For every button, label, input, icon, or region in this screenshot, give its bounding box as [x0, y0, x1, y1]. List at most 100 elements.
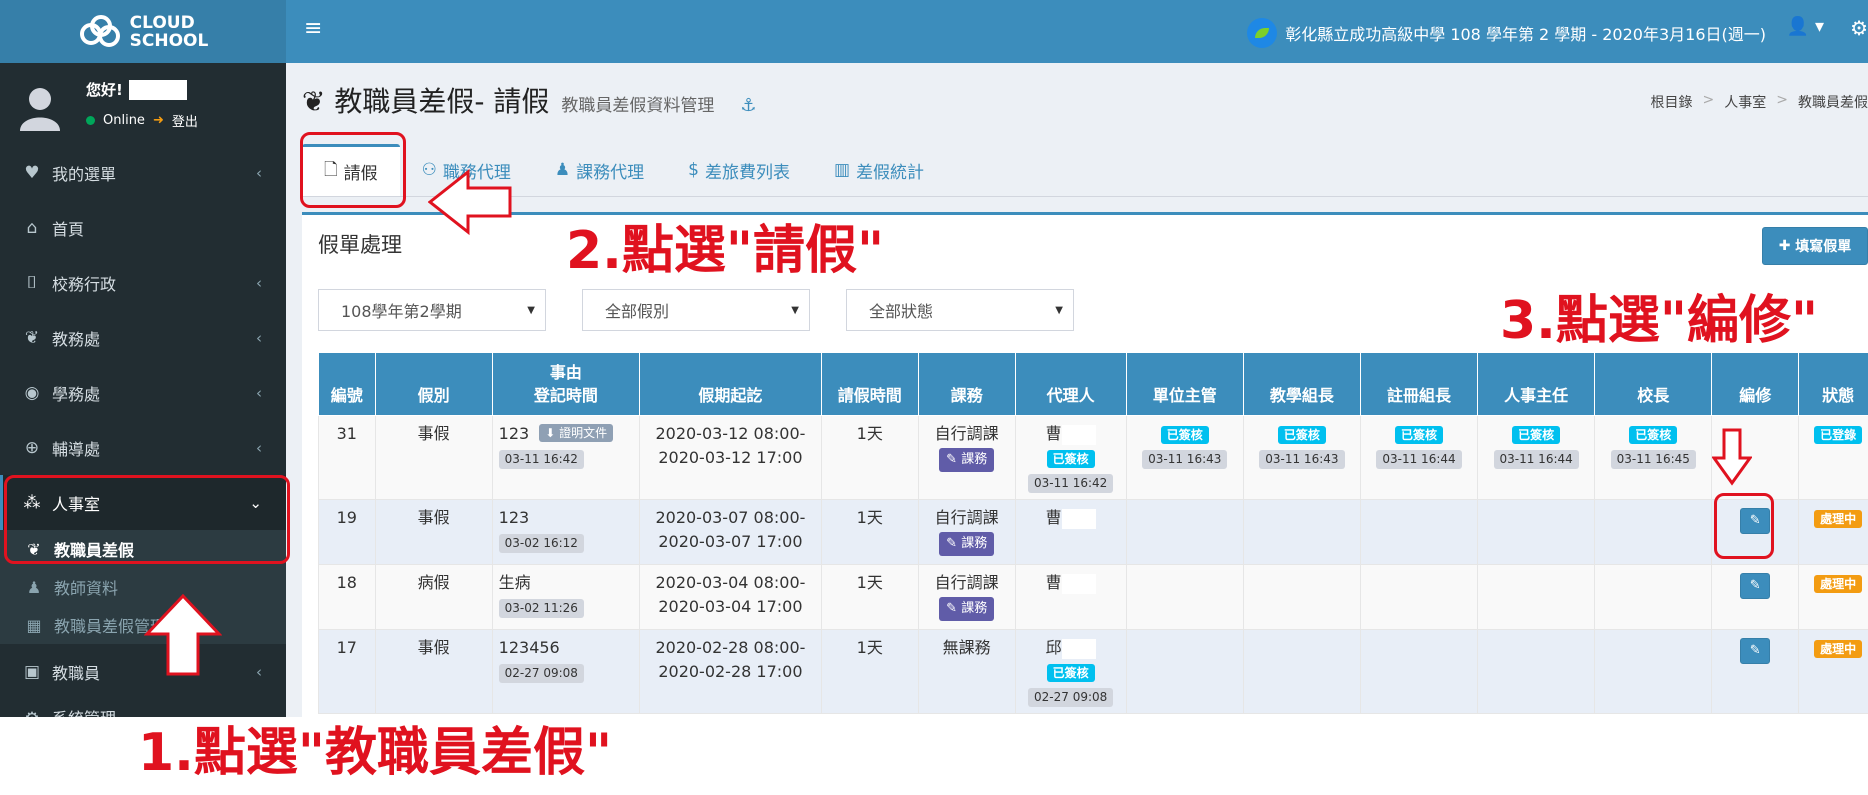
- sidebar-item-my-menu[interactable]: ♥ 我的選單 ‹: [0, 145, 286, 200]
- cell-id: 18: [318, 564, 376, 630]
- person-icon: ♟: [26, 577, 42, 597]
- screenshot: CLOUD SCHOOL 您好! Online ➜ 登出 ♥ 我的選單 ‹ ⌂ …: [0, 0, 1868, 717]
- sidebar-item-counseling[interactable]: ⊕ 輔導處 ‹: [0, 420, 286, 475]
- page-header: ❦ 教職員差假- 請假 教職員差假資料管理 ⚓: [302, 80, 757, 120]
- table-row: 19 事假 123 03-02 16:12 2020-03-07 08:00- 20…: [318, 499, 1868, 565]
- tab-leave-statistics[interactable]: ▥ 差假統計: [812, 144, 946, 196]
- accessibility-icon: ◉: [24, 382, 40, 403]
- cell-period: 2020-03-04 08:00- 2020-03-04 17:00: [639, 564, 822, 630]
- header-cell[interactable]: 單位主管: [1125, 352, 1244, 416]
- sidebar-item-academic[interactable]: ❦ 教務處 ‹: [0, 310, 286, 365]
- tab-travel-expense[interactable]: $ 差旅費列表: [666, 144, 812, 196]
- sidebar-subitem-teacher-data[interactable]: ♟ 教師資料: [0, 568, 286, 606]
- avatar: [18, 83, 62, 131]
- sidebar-subitem-leave-management[interactable]: ▦ 教職員差假管理: [0, 606, 286, 644]
- greeting: 您好!: [86, 81, 123, 99]
- table-row: 31 事假 123 ⬇ 證明文件 03-11 16:42 2020-03-12 0…: [318, 415, 1868, 500]
- approval-badge: 已簽核: [1512, 426, 1561, 444]
- sidebar-item-student-affairs[interactable]: ◉ 學務處 ‹: [0, 365, 286, 420]
- leave-type-select[interactable]: 全部假別 ▼: [582, 289, 810, 331]
- breadcrumb-item[interactable]: 人事室: [1724, 92, 1766, 112]
- cell-reason: 123 03-02 16:12: [491, 499, 641, 565]
- header-cell[interactable]: 事由 登記時間: [491, 352, 641, 416]
- tab-course-agent[interactable]: ♟ 課務代理: [533, 144, 666, 196]
- sidebar: CLOUD SCHOOL 您好! Online ➜ 登出 ♥ 我的選單 ‹ ⌂ …: [0, 0, 286, 717]
- online-dot-icon: [86, 116, 95, 125]
- edit-icon: ✎: [1749, 643, 1761, 658]
- sidebar-item-school-admin[interactable]: ⌷ 校務行政 ‹: [0, 255, 286, 310]
- fill-leave-form-button[interactable]: ✚ 填寫假單: [1762, 227, 1868, 265]
- approval-badge: 已簽核: [1046, 664, 1095, 682]
- school-info-text: 彰化縣立成功高級中學 108 學年第 2 學期 - 2020年3月16日(週一): [1285, 25, 1766, 44]
- approval-badge: 已簽核: [1395, 426, 1444, 444]
- cell-approval: 已簽核 03-11 16:44: [1477, 415, 1596, 500]
- status-badge: 處理中: [1814, 575, 1863, 593]
- cell-type: 病假: [374, 564, 493, 630]
- sidebar-item-home[interactable]: ⌂ 首頁: [0, 200, 286, 255]
- edit-icon: ✎: [1749, 578, 1761, 593]
- sidebar-item-label: 我的選單: [52, 164, 117, 184]
- breadcrumb-item[interactable]: 根目錄: [1651, 92, 1693, 112]
- cell-course: 自行調課 ✎ 課務: [917, 564, 1016, 630]
- cell-course: 自行調課 ✎ 課務: [917, 415, 1016, 500]
- settings-gear-icon[interactable]: ⚙: [1850, 16, 1868, 40]
- lifebuoy-icon: ⊕: [24, 437, 40, 458]
- hamburger-menu-icon[interactable]: ≡: [304, 16, 322, 41]
- top-navbar: ≡ 彰化縣立成功高級中學 108 學年第 2 學期 - 2020年3月16日(週…: [286, 0, 1868, 63]
- edit-button[interactable]: ✎: [1740, 638, 1771, 664]
- dropdown-caret-icon: ▼: [791, 304, 799, 316]
- anchor-icon[interactable]: ⚓: [740, 95, 756, 116]
- header-cell[interactable]: 編號: [318, 352, 376, 416]
- header-cell[interactable]: 教學組長: [1242, 352, 1361, 416]
- tab-label: 差假統計: [856, 162, 925, 183]
- user-icon: 👤: [1786, 16, 1810, 37]
- cell-reason: 123 ⬇ 證明文件 03-11 16:42: [491, 415, 641, 500]
- edit-button[interactable]: ✎: [1740, 573, 1771, 599]
- cell-type: 事假: [374, 629, 493, 714]
- logout-icon[interactable]: ➜: [153, 113, 164, 128]
- header-cell[interactable]: 校長: [1594, 352, 1713, 416]
- annotation-box-staff-leave: [4, 475, 290, 564]
- cell-period: 2020-03-07 08:00- 2020-03-07 17:00: [639, 499, 822, 565]
- cell-duration: 1天: [820, 415, 919, 500]
- pagelines-icon: ❦: [302, 85, 326, 118]
- annotation-box-edit: [1714, 493, 1774, 559]
- breadcrumb: 根目錄 > 人事室 > 教職員差假: [1650, 92, 1868, 112]
- dropdown-caret-icon: ▼: [1055, 304, 1063, 316]
- bar-chart-icon: ▥: [834, 160, 851, 180]
- chevron-left-icon: ‹: [256, 163, 262, 182]
- header-cell[interactable]: 註冊組長: [1359, 352, 1479, 416]
- header-cell[interactable]: 代理人: [1014, 352, 1127, 416]
- gear-icon: ⚙: [20, 709, 44, 717]
- proof-document-link[interactable]: ⬇ 證明文件: [539, 424, 614, 442]
- app-logo[interactable]: CLOUD SCHOOL: [0, 0, 286, 63]
- cell-period: 2020-03-12 08:00- 2020-03-12 17:00: [639, 415, 822, 500]
- header-cell[interactable]: 假別: [374, 352, 493, 416]
- chevron-left-icon: ‹: [256, 662, 262, 681]
- logout-link[interactable]: 登出: [172, 111, 198, 130]
- user-menu-dropdown[interactable]: 👤 ▾: [1787, 16, 1824, 37]
- chevron-left-icon: ‹: [256, 273, 262, 292]
- sidebar-item-label: 校務行政: [52, 274, 117, 294]
- header-cell[interactable]: 人事主任: [1477, 352, 1596, 416]
- cell-duration: 1天: [820, 629, 919, 714]
- cell-course: 無課務: [917, 629, 1016, 714]
- breadcrumb-item[interactable]: 教職員差假: [1798, 92, 1868, 112]
- logo-line1: CLOUD: [129, 12, 195, 33]
- course-button[interactable]: ✎ 課務: [939, 597, 995, 621]
- header-cell[interactable]: 假期起訖: [639, 352, 822, 416]
- header-cell[interactable]: 課務: [917, 352, 1016, 416]
- annotation-arrow-up: [144, 594, 222, 676]
- status-select[interactable]: 全部狀態 ▼: [846, 289, 1074, 331]
- course-button[interactable]: ✎ 課務: [939, 532, 995, 556]
- sidebar-item-staff[interactable]: ▣ 教職員 ‹: [0, 644, 286, 699]
- sidebar-item-label: 教職員: [52, 663, 101, 683]
- annotation-box-leave-tab: [300, 132, 406, 208]
- chevron-left-icon: ‹: [256, 438, 262, 457]
- header-cell[interactable]: 請假時間: [820, 352, 919, 416]
- header-cell[interactable]: 狀態: [1798, 352, 1868, 416]
- header-cell[interactable]: 編修: [1711, 352, 1800, 416]
- course-button[interactable]: ✎ 課務: [939, 448, 995, 472]
- semester-select[interactable]: 108學年第2學期 ▼: [318, 289, 546, 331]
- table-row: 18 病假 生病 03-02 11:26 2020-03-04 08:00- 202…: [318, 564, 1868, 630]
